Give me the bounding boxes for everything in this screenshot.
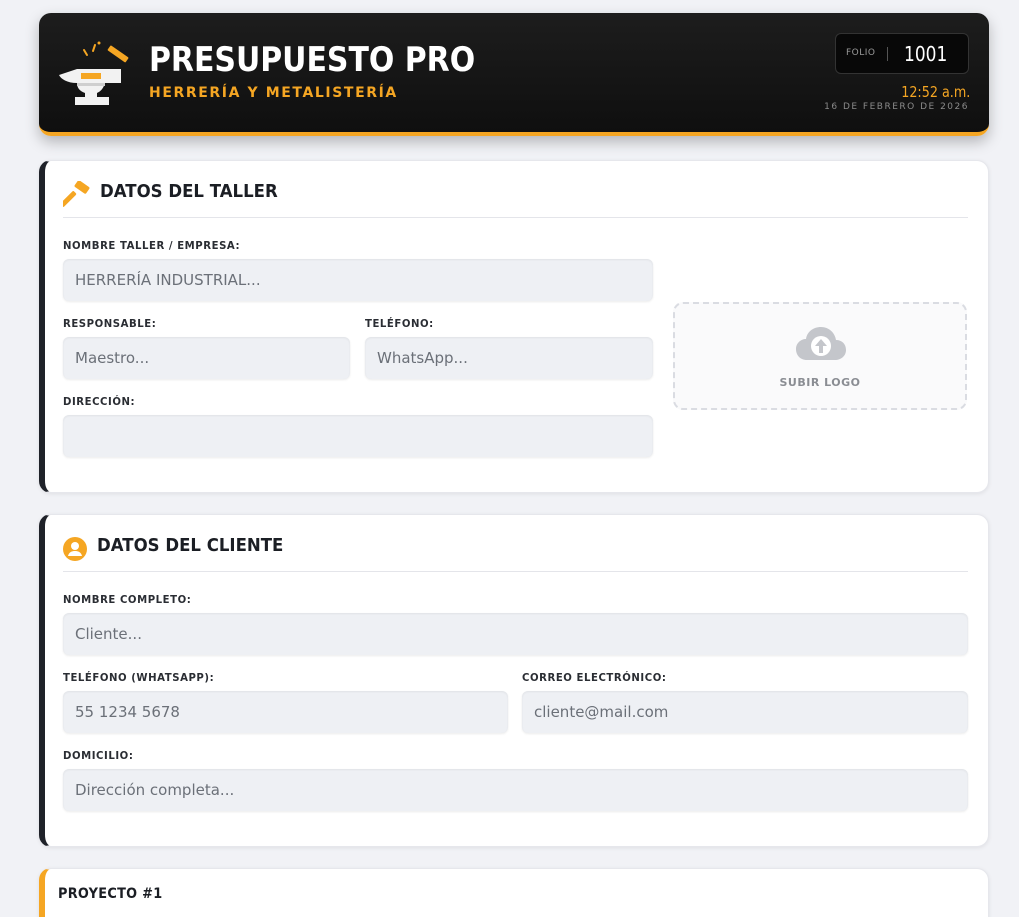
direccion-input[interactable]	[63, 415, 653, 457]
taller-telefono-input[interactable]	[365, 337, 653, 379]
upload-logo-label: SUBIR LOGO	[779, 376, 861, 389]
app-header: PRESUPUESTO PRO HERRERÍA Y METALISTERÍA …	[39, 13, 989, 136]
app-subtitle: HERRERÍA Y METALISTERÍA	[149, 85, 398, 101]
current-time: 12:52 a.m.	[900, 83, 970, 101]
domicilio-label: DOMICILIO:	[63, 749, 134, 762]
taller-card: DATOS DEL TALLER NOMBRE TALLER / EMPRESA…	[39, 160, 989, 493]
taller-divider	[63, 217, 968, 218]
taller-nombre-label: NOMBRE TALLER / EMPRESA:	[63, 239, 241, 252]
current-date: 16 DE FEBRERO DE 2026	[824, 102, 969, 112]
cloud-upload-icon	[796, 327, 846, 360]
folio-value: 1001	[904, 42, 948, 66]
folio-box: FOLIO 1001	[835, 33, 969, 74]
responsable-input[interactable]	[63, 337, 350, 379]
cliente-nombre-input[interactable]	[63, 613, 968, 655]
cliente-telefono-label: TELÉFONO (WHATSAPP):	[63, 671, 215, 684]
proyecto-title: PROYECTO #1	[58, 886, 163, 902]
cliente-telefono-input[interactable]	[63, 691, 508, 733]
taller-nombre-input[interactable]	[63, 259, 653, 301]
folio-divider	[887, 47, 888, 61]
taller-telefono-label: TELÉFONO:	[365, 317, 434, 330]
taller-section-title: DATOS DEL TALLER	[100, 181, 278, 202]
responsable-label: RESPONSABLE:	[63, 317, 157, 330]
hammer-icon	[63, 181, 90, 207]
user-circle-icon	[63, 537, 87, 561]
anvil-icon	[59, 41, 129, 105]
proyecto-card: PROYECTO #1	[39, 868, 989, 917]
cliente-nombre-label: NOMBRE COMPLETO:	[63, 593, 192, 606]
cliente-correo-label: CORREO ELECTRÓNICO:	[522, 671, 667, 684]
domicilio-input[interactable]	[63, 769, 968, 811]
direccion-label: DIRECCIÓN:	[63, 395, 136, 408]
upload-logo-button[interactable]: SUBIR LOGO	[673, 302, 967, 410]
cliente-card: DATOS DEL CLIENTE NOMBRE COMPLETO: TELÉF…	[39, 514, 989, 847]
cliente-correo-input[interactable]	[522, 691, 968, 733]
cliente-section-title: DATOS DEL CLIENTE	[97, 535, 284, 556]
cliente-divider	[63, 571, 968, 572]
folio-label: FOLIO	[846, 48, 876, 58]
app-title: PRESUPUESTO PRO	[149, 40, 476, 80]
